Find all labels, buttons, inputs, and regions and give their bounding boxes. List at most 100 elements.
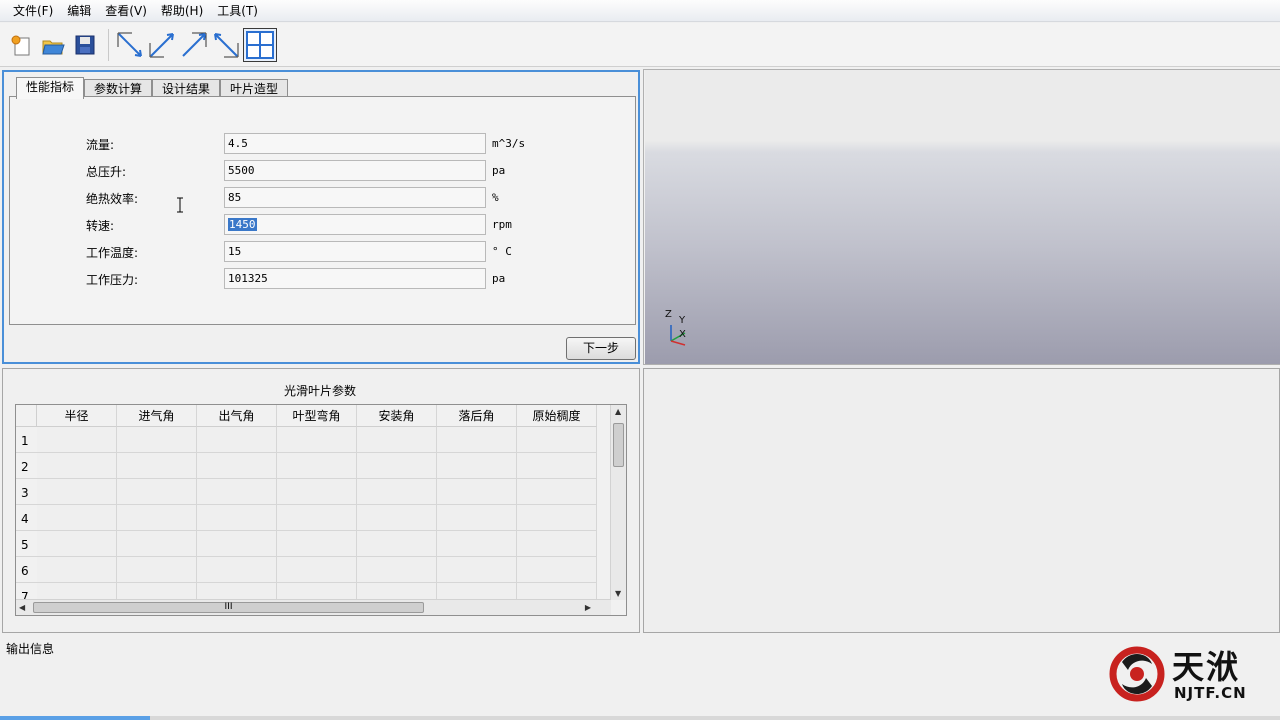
table-cell[interactable]	[37, 557, 117, 583]
table-cell[interactable]	[437, 479, 517, 505]
table-cell[interactable]	[117, 505, 197, 531]
axis-y-label: Y	[679, 315, 686, 326]
table-cell[interactable]	[197, 453, 277, 479]
four-view-button[interactable]	[243, 27, 277, 62]
table-cell[interactable]	[197, 531, 277, 557]
table-cell[interactable]	[277, 427, 357, 453]
3d-viewport[interactable]: Z Y X	[645, 70, 1280, 364]
menu-tools[interactable]: 工具(T)	[210, 0, 265, 22]
table-cell[interactable]	[517, 453, 597, 479]
scroll-up-arrow-icon[interactable]: ▲	[615, 407, 621, 416]
vertical-scrollbar[interactable]: ▲ ▼	[610, 405, 626, 600]
table-cell[interactable]	[197, 557, 277, 583]
table-cell[interactable]	[117, 453, 197, 479]
working-pressure-input[interactable]: 101325	[224, 268, 486, 289]
table-cell[interactable]	[37, 427, 117, 453]
table-cell[interactable]	[517, 427, 597, 453]
menu-edit[interactable]: 编辑	[60, 0, 98, 22]
new-button[interactable]	[6, 29, 36, 61]
table-cell[interactable]	[357, 453, 437, 479]
open-folder-icon	[42, 40, 65, 54]
table-cell[interactable]	[37, 453, 117, 479]
temperature-input[interactable]: 15	[224, 241, 486, 262]
table-cell[interactable]	[357, 505, 437, 531]
view-bottom-left-button[interactable]	[147, 29, 177, 61]
table-cell[interactable]	[37, 505, 117, 531]
table-cell[interactable]	[437, 505, 517, 531]
table-row[interactable]: 5	[16, 531, 611, 557]
open-button[interactable]	[38, 29, 68, 61]
table-cell[interactable]	[117, 557, 197, 583]
table-cell[interactable]	[117, 479, 197, 505]
efficiency-input[interactable]: 85	[224, 187, 486, 208]
table-cell[interactable]	[277, 531, 357, 557]
table-cell[interactable]	[197, 427, 277, 453]
scroll-down-arrow-icon[interactable]: ▼	[615, 589, 621, 598]
table-cell[interactable]	[357, 531, 437, 557]
save-icon	[75, 35, 95, 54]
col-camber-angle[interactable]: 叶型弯角	[277, 405, 357, 427]
col-stagger-angle[interactable]: 安装角	[357, 405, 437, 427]
field-row-pressure-rise: 总压升: 5500 pa	[10, 160, 630, 182]
table-row[interactable]: 3	[16, 479, 611, 505]
table-cell[interactable]	[37, 531, 117, 557]
view-bottom-right-button[interactable]	[211, 29, 241, 61]
table-cell[interactable]	[357, 557, 437, 583]
flow-input[interactable]: 4.5	[224, 133, 486, 154]
menu-help[interactable]: 帮助(H)	[154, 0, 210, 22]
table-cell[interactable]	[357, 427, 437, 453]
secondary-view-panel[interactable]	[643, 368, 1280, 633]
save-button[interactable]	[70, 29, 100, 61]
table-cell[interactable]	[117, 427, 197, 453]
table-cell[interactable]	[437, 453, 517, 479]
scroll-right-arrow-icon[interactable]: ▶	[585, 603, 591, 612]
pressure-rise-unit: pa	[492, 164, 506, 177]
tab-content: 流量: 4.5 m^3/s 总压升: 5500 pa 绝热效率: 85 % 转速…	[9, 96, 636, 325]
table-cell[interactable]	[277, 453, 357, 479]
menu-file[interactable]: 文件(F)	[6, 0, 60, 22]
table-cell[interactable]	[37, 479, 117, 505]
col-solidity[interactable]: 原始稠度	[517, 405, 597, 427]
temperature-unit: ° C	[492, 245, 512, 258]
table-cell[interactable]	[277, 479, 357, 505]
view-top-left-button[interactable]	[115, 29, 145, 61]
pressure-rise-input[interactable]: 5500	[224, 160, 486, 181]
view-bottom-right-icon	[214, 32, 239, 57]
table-cell[interactable]	[277, 557, 357, 583]
table-cell[interactable]	[517, 557, 597, 583]
table-corner	[16, 405, 37, 427]
table-cell[interactable]	[517, 505, 597, 531]
col-outlet-angle[interactable]: 出气角	[197, 405, 277, 427]
next-step-button[interactable]: 下一步	[566, 337, 636, 360]
table-cell[interactable]	[197, 505, 277, 531]
axis-z-label: Z	[665, 309, 672, 320]
col-radius[interactable]: 半径	[37, 405, 117, 427]
table-cell[interactable]	[437, 427, 517, 453]
logo-emblem-icon	[1109, 646, 1165, 702]
col-inlet-angle[interactable]: 进气角	[117, 405, 197, 427]
menu-view[interactable]: 查看(V)	[98, 0, 154, 22]
speed-input[interactable]: 1450	[224, 214, 486, 235]
table-row[interactable]: 6	[16, 557, 611, 583]
tab-performance[interactable]: 性能指标	[16, 77, 85, 99]
horizontal-scroll-thumb[interactable]: III	[33, 602, 424, 613]
vertical-scroll-thumb[interactable]	[613, 423, 624, 467]
table-cell[interactable]	[437, 557, 517, 583]
table-cell[interactable]	[437, 531, 517, 557]
col-deviation-angle[interactable]: 落后角	[437, 405, 517, 427]
table-cell[interactable]	[197, 479, 277, 505]
table-cell[interactable]	[277, 505, 357, 531]
four-view-icon	[246, 30, 274, 59]
horizontal-scrollbar[interactable]: ◀ III ▶	[16, 599, 611, 615]
view-top-right-button[interactable]	[179, 29, 209, 61]
blade-params-table[interactable]: 半径 进气角 出气角 叶型弯角 安装角 落后角 原始稠度 1234567 ▲ ▼…	[15, 404, 627, 616]
scroll-left-arrow-icon[interactable]: ◀	[19, 603, 25, 612]
table-cell[interactable]	[357, 479, 437, 505]
table-row[interactable]: 4	[16, 505, 611, 531]
table-row[interactable]: 2	[16, 453, 611, 479]
table-cell[interactable]	[117, 531, 197, 557]
text-cursor-icon	[177, 197, 183, 213]
table-cell[interactable]	[517, 531, 597, 557]
table-cell[interactable]	[517, 479, 597, 505]
table-row[interactable]: 1	[16, 427, 611, 453]
